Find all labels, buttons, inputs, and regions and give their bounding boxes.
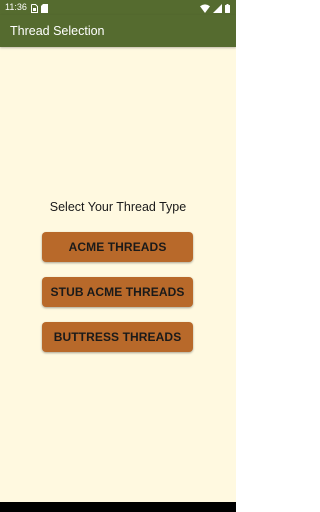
app-screen: 11:36 Thread Selection Select Your Threa… bbox=[0, 0, 236, 512]
status-bar: 11:36 bbox=[0, 0, 236, 15]
app-bar: Thread Selection bbox=[0, 15, 236, 47]
status-time: 11:36 bbox=[5, 2, 27, 12]
acme-threads-button[interactable]: ACME THREADS bbox=[42, 232, 193, 262]
app-title: Thread Selection bbox=[10, 24, 105, 38]
buttress-threads-button[interactable]: BUTTRESS THREADS bbox=[42, 322, 193, 352]
thread-type-prompt: Select Your Thread Type bbox=[49, 200, 187, 214]
system-navigation-bar bbox=[0, 502, 236, 512]
stub-acme-threads-button[interactable]: STUB ACME THREADS bbox=[42, 277, 193, 307]
